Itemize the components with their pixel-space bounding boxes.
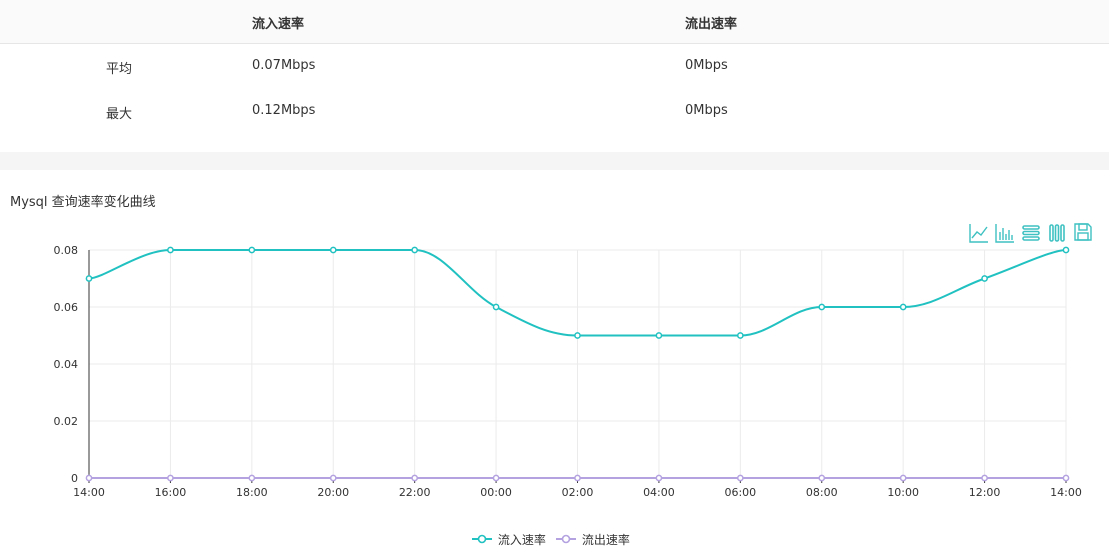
legend-marker-out (556, 534, 576, 544)
data-point (655, 332, 663, 339)
line-chart: 0 0.02 0.04 0.06 0.08 14:00 16:00 18:00 20:00 22:… (54, 244, 1082, 499)
data-point (818, 303, 826, 311)
x-tick-label: 08:00 (806, 486, 838, 499)
x-tick-label: 14:00 (73, 486, 105, 499)
y-tick-label: 0.04 (54, 358, 79, 371)
y-tick-label: 0.02 (54, 415, 79, 428)
data-point (411, 474, 419, 482)
data-point (329, 474, 337, 482)
x-tick-label: 18:00 (236, 486, 268, 499)
data-point (899, 303, 907, 311)
x-tick-label: 22:00 (399, 486, 431, 499)
x-tick-label: 10:00 (887, 486, 919, 499)
data-point (167, 246, 174, 254)
data-point (248, 474, 256, 482)
x-tick-label: 20:00 (317, 486, 349, 499)
data-point (655, 474, 663, 482)
data-point (85, 474, 93, 482)
legend-item-in[interactable]: 流入速率 (470, 531, 546, 548)
data-point (1062, 246, 1070, 254)
data-point (818, 474, 826, 482)
data-point (981, 474, 988, 482)
legend-label-out: 流出速率 (581, 533, 630, 547)
data-point (85, 275, 93, 282)
legend-label-in: 流入速率 (497, 533, 546, 547)
data-point (411, 246, 419, 254)
data-point (492, 474, 500, 482)
x-tick-label: 04:00 (643, 486, 675, 499)
data-point (574, 474, 581, 482)
y-tick-label: 0.06 (54, 301, 79, 314)
data-point (736, 474, 744, 482)
y-tick-label: 0 (71, 472, 78, 485)
data-point (736, 332, 744, 339)
data-point (899, 474, 907, 482)
x-tick-label: 14:00 (1050, 486, 1082, 499)
x-tick-label: 12:00 (969, 486, 1001, 499)
data-point (981, 275, 988, 282)
x-tick-label: 02:00 (562, 486, 594, 499)
legend-item-out[interactable]: 流出速率 (554, 531, 630, 548)
data-point (248, 246, 256, 254)
data-point (1062, 474, 1070, 482)
x-tick-label: 00:00 (480, 486, 512, 499)
data-point (492, 303, 500, 311)
data-point (329, 246, 337, 254)
y-tick-label: 0.08 (54, 244, 79, 257)
x-tick-label: 06:00 (724, 486, 756, 499)
data-point (574, 332, 581, 339)
legend-marker-in (472, 534, 492, 544)
data-point (167, 474, 174, 482)
x-tick-label: 16:00 (155, 486, 187, 499)
